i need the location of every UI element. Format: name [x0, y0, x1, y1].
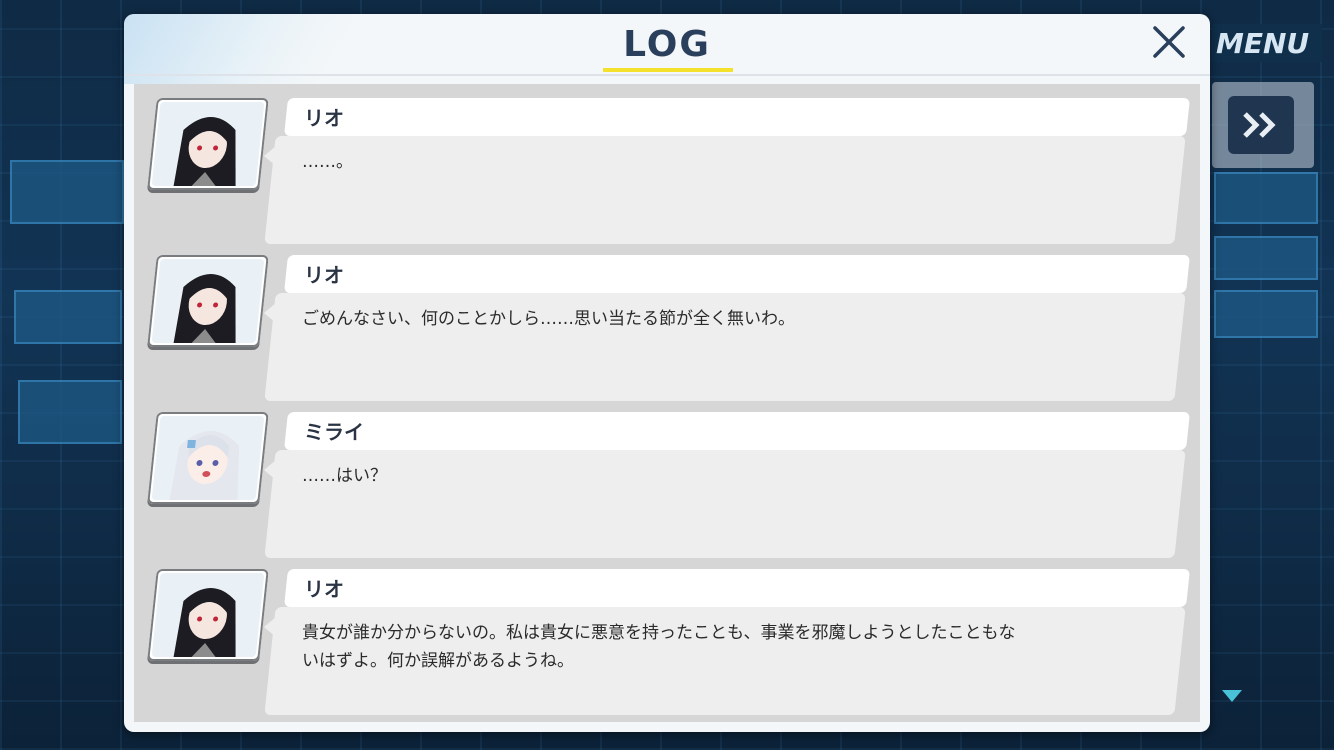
speaker-portrait: [147, 98, 269, 190]
speaker-portrait: [147, 412, 269, 504]
background-monitor: [1214, 236, 1318, 280]
log-list[interactable]: リオ ……。 リオ ごめんなさい、何のことかしら……思い当たる節が全く無いわ。 …: [134, 84, 1200, 722]
log-entry: リオ ごめんなさい、何のことかしら……思い当たる節が全く無いわ。: [134, 255, 1200, 405]
close-button[interactable]: [1144, 20, 1194, 66]
speaker-name: リオ: [304, 263, 344, 287]
rio-portrait: [151, 102, 265, 186]
message-text: ごめんなさい、何のことかしら……思い当たる節が全く無いわ。: [302, 309, 795, 329]
background-monitor: [1214, 172, 1318, 224]
speaker-name-bar: [284, 98, 1190, 136]
title-underline: [603, 68, 733, 72]
speaker-portrait: [147, 255, 269, 347]
mirai-portrait: [151, 416, 265, 500]
fast-forward-icon: [1243, 112, 1276, 138]
menu-button[interactable]: MENU: [1212, 24, 1322, 62]
triangle-down-icon: [1222, 690, 1242, 702]
rio-portrait: [151, 573, 265, 657]
background-monitor: [14, 290, 122, 344]
rio-portrait: [151, 259, 265, 343]
speaker-name: ミライ: [304, 420, 364, 444]
message-text: ……。: [302, 152, 353, 172]
speaker-name-bar: [284, 569, 1190, 607]
log-entry: ミライ ……はい？: [134, 412, 1200, 562]
background-monitor: [10, 160, 124, 224]
message-text: 貴女が誰か分からないの。私は貴女に悪意を持ったことも、事業を邪魔しようとしたこと…: [302, 623, 1016, 671]
dialog-title: LOG: [623, 24, 711, 65]
speaker-name-bar: [284, 412, 1190, 450]
speaker-name: リオ: [304, 106, 344, 130]
fast-forward-button[interactable]: [1228, 96, 1294, 154]
header-divider: [124, 74, 1210, 76]
log-entry: リオ ……。: [134, 98, 1200, 248]
log-dialog: LOG リオ ……。 リオ ごめんなさい、何のことかしら……思い当たる節が全く無…: [124, 14, 1210, 732]
speaker-portrait: [147, 569, 269, 661]
speaker-name: リオ: [304, 577, 344, 601]
speaker-name-bar: [284, 255, 1190, 293]
background-monitor: [1214, 290, 1318, 338]
log-entry: リオ 貴女が誰か分からないの。私は貴女に悪意を持ったことも、事業を邪魔しようとし…: [134, 569, 1200, 719]
close-icon: [1153, 26, 1185, 58]
message-text: ……はい？: [302, 466, 387, 486]
background-monitor: [18, 380, 122, 444]
